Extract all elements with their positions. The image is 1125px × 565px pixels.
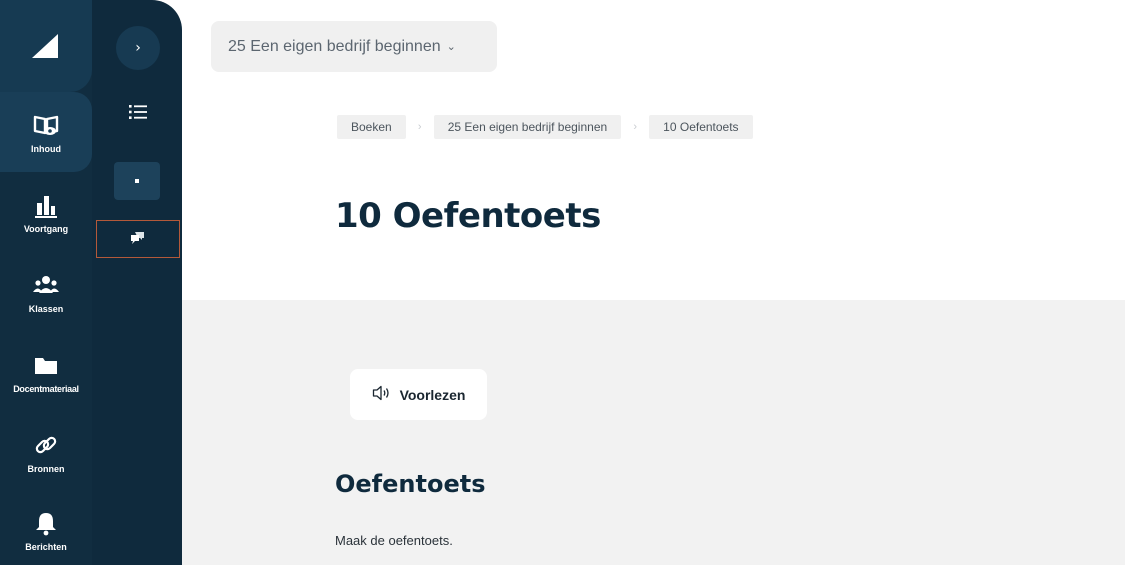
app-window: Inhoud Voortgang Klassen Docentmateriaal… [0,0,1125,565]
sidebar-item-label: Docentmateriaal [13,384,79,394]
paragraph-dot-button[interactable] [114,162,160,200]
contents-list-button[interactable] [118,98,158,130]
sidebar-item-label: Inhoud [31,144,61,154]
chevron-right-icon: › [633,121,637,133]
breadcrumb-item-boeken[interactable]: Boeken [337,115,406,139]
sidebar-item-docentmateriaal[interactable]: Docentmateriaal [0,332,92,412]
sidebar-item-label: Berichten [25,542,67,552]
read-aloud-button[interactable]: Voorlezen [350,369,487,420]
breadcrumb-item-book[interactable]: 25 Een eigen bedrijf beginnen [433,115,622,139]
book-selector-label: 25 Een eigen bedrijf beginnen [228,37,441,55]
sidebar-item-inhoud[interactable]: Inhoud [0,92,92,172]
sidebar-item-klassen[interactable]: Klassen [0,252,92,332]
section-title: Oefentoets [335,470,486,498]
main-nav: Inhoud Voortgang Klassen Docentmateriaal… [0,0,92,565]
page-header: 25 Een eigen bedrijf beginnen ⌄ Boeken ›… [182,0,1125,300]
link-icon [31,430,61,460]
sidebar-item-label: Voortgang [23,224,69,234]
book-eye-icon [31,110,61,140]
chat-bubbles-icon [130,230,146,249]
bell-icon [31,508,61,538]
sidebar: Inhoud Voortgang Klassen Docentmateriaal… [0,0,182,565]
folder-icon [31,350,61,380]
page-title: 10 Oefentoets [335,196,601,236]
sidebar-item-label: Klassen [28,304,64,314]
sidebar-item-label: Bronnen [27,464,65,474]
chevron-down-icon: ⌄ [446,41,456,53]
sidebar-item-voortgang[interactable]: Voortgang [0,172,92,252]
logo-tile[interactable] [0,0,92,92]
speaker-icon [372,385,392,404]
read-aloud-label: Voorlezen [399,386,466,403]
breadcrumb: Boeken › 25 Een eigen bedrijf beginnen ›… [337,115,753,139]
breadcrumb-item-current: 10 Oefentoets [649,115,753,139]
bar-chart-icon [31,190,61,220]
users-icon [31,270,61,300]
section-text: Maak de oefentoets. [335,533,453,548]
sidebar-item-berichten[interactable]: Berichten [0,490,92,565]
chevron-right-icon: › [135,40,141,56]
dot-icon [135,179,139,183]
expand-sidebar-button[interactable]: › [116,26,160,70]
logo-triangle-icon [32,34,58,58]
book-selector-dropdown[interactable]: 25 Een eigen bedrijf beginnen ⌄ [211,21,497,72]
chat-button[interactable] [96,220,180,258]
sidebar-item-bronnen[interactable]: Bronnen [0,412,92,492]
main-content: Voorlezen Oefentoets Maak de oefentoets. [182,300,1125,565]
list-icon [129,104,147,124]
chevron-right-icon: › [417,121,422,133]
